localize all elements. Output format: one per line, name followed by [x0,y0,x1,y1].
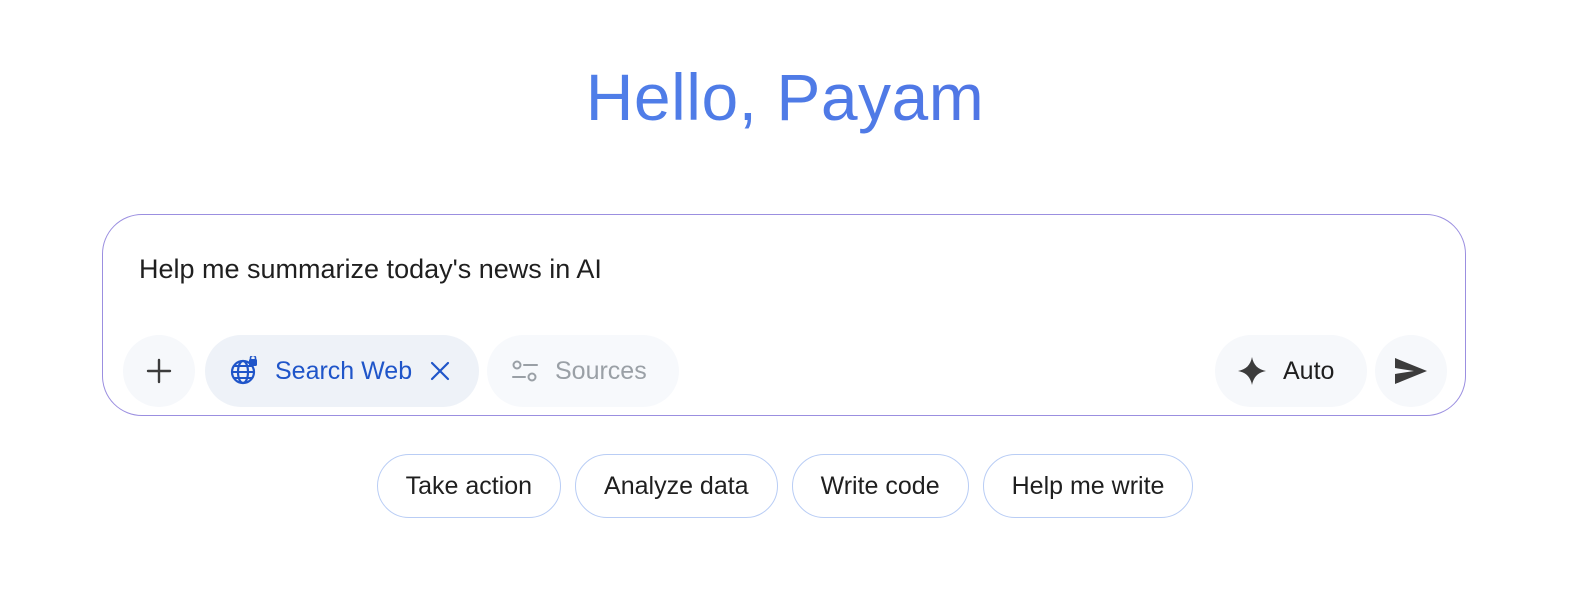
suggestion-write-code[interactable]: Write code [791,454,969,518]
send-button[interactable] [1375,335,1447,407]
search-web-chip[interactable]: Search Web [205,335,479,407]
model-select-label: Auto [1283,356,1335,385]
plus-icon [146,358,172,384]
prompt-input[interactable]: Help me summarize today's news in AI [139,251,602,287]
sources-chip[interactable]: Sources [487,335,679,407]
greeting-title: Hello, Payam [0,52,1570,142]
globe-lock-icon [229,356,259,386]
sparkle-icon [1237,356,1267,386]
page: Hello, Payam Help me summarize today's n… [0,0,1570,590]
search-web-label: Search Web [275,356,413,385]
suggestion-analyze-data[interactable]: Analyze data [575,454,778,518]
model-select-button[interactable]: Auto [1215,335,1367,407]
suggestion-take-action[interactable]: Take action [376,454,562,518]
suggestion-help-me-write[interactable]: Help me write [982,454,1194,518]
send-icon [1394,357,1428,385]
prompt-composer: Help me summarize today's news in AI Sea… [102,214,1466,416]
suggestion-chips: Take action Analyze data Write code Help… [0,454,1570,518]
sliders-icon [511,358,539,384]
close-icon[interactable] [430,361,450,381]
sources-label: Sources [555,356,647,385]
add-button[interactable] [123,335,195,407]
